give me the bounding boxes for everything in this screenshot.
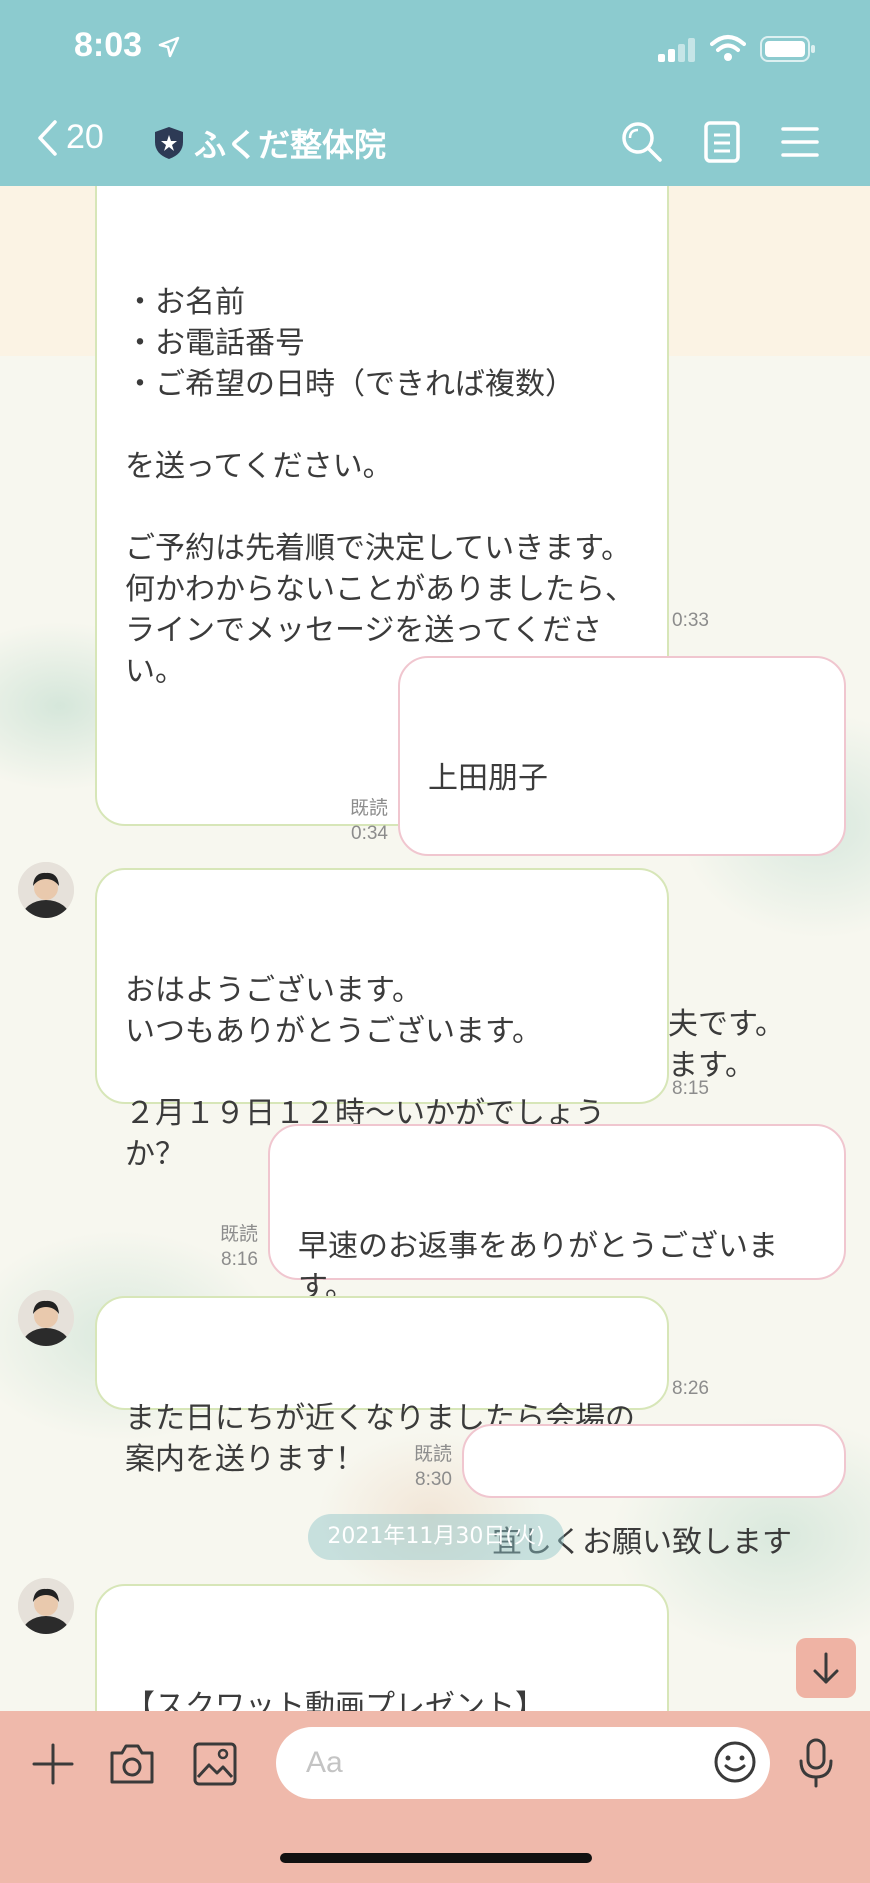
- read-label: 既読: [219, 1224, 258, 1245]
- chevron-left-icon: [38, 119, 57, 156]
- message-bubble-sent[interactable]: 上田朋子 0337017275 両日何時でも大丈夫です。 宜しくお願い致します。: [398, 656, 846, 1083]
- read-label: 既読: [349, 798, 388, 819]
- unread-count: 20: [66, 118, 104, 156]
- message-text: 上田朋子: [428, 761, 548, 796]
- message-bubble-received[interactable]: おはようございます。 いつもありがとうございます。 ２月１９日１２時〜いかがでし…: [95, 868, 669, 1172]
- message-text: ・お名前 ・お電話番号 ・ご希望の日時（できれば複数） を送ってください。 ご予…: [125, 285, 635, 689]
- message-bubble-received[interactable]: また日にちが近くなりましたら会場の案内を送ります！: [95, 1296, 669, 1477]
- message-read-status: 既読 0:34: [320, 796, 388, 846]
- chat-header: 20 ふくだ整体院: [0, 96, 870, 186]
- message-text: 【スクワット動画プレゼント】: [125, 1689, 545, 1711]
- location-arrow-icon: [158, 36, 180, 58]
- microphone-icon[interactable]: [796, 1737, 836, 1789]
- notes-icon[interactable]: [702, 120, 742, 164]
- back-button[interactable]: 20: [36, 118, 104, 157]
- person-avatar-icon: [18, 1290, 74, 1346]
- arrow-down-icon: [813, 1652, 839, 1684]
- message-bubble-sent[interactable]: 早速のお返事をありがとうございます。 宜しくお願い致します。: [268, 1124, 846, 1346]
- message-time: 0:34: [351, 823, 388, 844]
- message-input-bar: [0, 1711, 870, 1883]
- emoji-icon[interactable]: [712, 1739, 758, 1785]
- wifi-icon: [710, 35, 746, 61]
- message-time: 8:16: [221, 1249, 258, 1270]
- person-avatar-icon: [18, 862, 74, 918]
- date-divider: 2021年11月30日(火): [308, 1514, 564, 1560]
- home-indicator[interactable]: [280, 1853, 592, 1863]
- message-bubble-received[interactable]: 【スクワット動画プレゼント】: [95, 1584, 669, 1711]
- camera-icon[interactable]: [108, 1741, 156, 1787]
- avatar[interactable]: [18, 1578, 74, 1634]
- verified-shield-icon: [155, 127, 183, 159]
- message-input[interactable]: [276, 1727, 770, 1799]
- status-time: 8:03: [74, 26, 143, 64]
- message-read-status: 既読 8:16: [190, 1222, 258, 1272]
- status-bar: 8:03: [0, 0, 870, 96]
- battery-icon: [760, 36, 815, 62]
- avatar[interactable]: [18, 862, 74, 918]
- message-time: 8:15: [672, 1078, 709, 1099]
- chat-title[interactable]: ふくだ整体院: [154, 120, 386, 166]
- search-icon[interactable]: [620, 120, 664, 164]
- menu-icon[interactable]: [780, 120, 820, 164]
- chat-area[interactable]: ・お名前 ・お電話番号 ・ご希望の日時（できれば複数） を送ってください。 ご予…: [0, 186, 870, 1711]
- cellular-signal-icon: [658, 38, 695, 62]
- plus-icon[interactable]: [30, 1741, 76, 1787]
- message-time: 8:30: [415, 1469, 452, 1490]
- avatar[interactable]: [18, 1290, 74, 1346]
- scroll-to-bottom-button[interactable]: [796, 1638, 856, 1698]
- read-label: 既読: [413, 1444, 452, 1465]
- message-time: 8:26: [672, 1378, 709, 1399]
- chat-title-text: ふくだ整体院: [194, 126, 387, 164]
- image-icon[interactable]: [192, 1741, 238, 1787]
- message-time: 0:33: [672, 610, 709, 631]
- message-bubble-sent[interactable]: 宜しくお願い致します: [462, 1424, 846, 1560]
- person-avatar-icon: [18, 1578, 74, 1634]
- message-read-status: 既読 8:30: [384, 1442, 452, 1492]
